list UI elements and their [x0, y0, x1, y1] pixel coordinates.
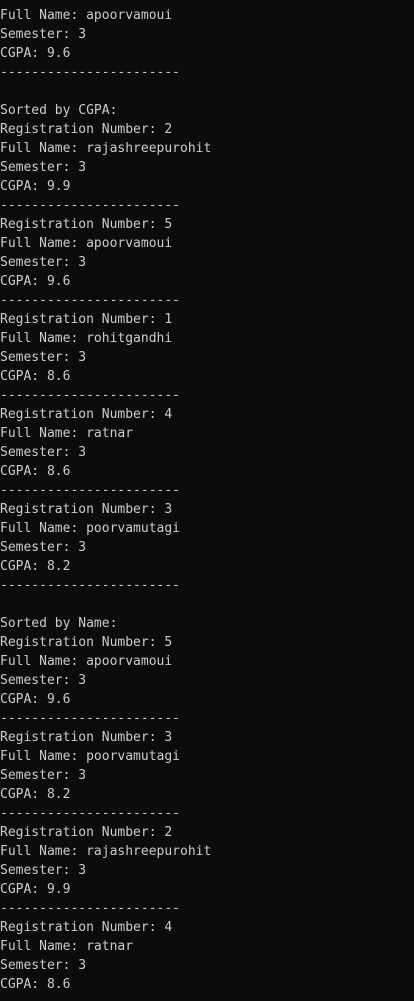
registration-number-line: Registration Number: 4	[0, 920, 173, 935]
full-name-line: Full Name: apoorvamoui	[0, 654, 173, 669]
full-name-line: Full Name: rajashreepurohit	[0, 844, 212, 859]
registration-number-line: Registration Number: 2	[0, 122, 173, 137]
cgpa-line: CGPA: 8.6	[0, 977, 71, 992]
semester-line: Semester: 3	[0, 255, 87, 270]
full-name-line: Full Name: ratnar	[0, 426, 134, 441]
separator-line: -----------------------	[0, 293, 181, 308]
separator-line: -----------------------	[0, 901, 181, 916]
registration-number-line: Registration Number: 4	[0, 407, 173, 422]
separator-line: -----------------------	[0, 806, 181, 821]
section-heading: Sorted by Name:	[0, 616, 118, 631]
semester-line: Semester: 3	[0, 445, 87, 460]
cgpa-line: CGPA: 8.6	[0, 464, 71, 479]
registration-number-line: Registration Number: 3	[0, 502, 173, 517]
cgpa-line: CGPA: 9.9	[0, 179, 71, 194]
separator-line: -----------------------	[0, 711, 181, 726]
semester-line: Semester: 3	[0, 160, 87, 175]
full-name-line: Full Name: apoorvamoui	[0, 8, 173, 23]
cgpa-line: CGPA: 8.6	[0, 369, 71, 384]
full-name-line: Full Name: rohitgandhi	[0, 331, 173, 346]
cgpa-line: CGPA: 9.9	[0, 882, 71, 897]
full-name-line: Full Name: apoorvamoui	[0, 236, 173, 251]
console-output: Full Name: apoorvamoui Semester: 3 CGPA: 9…	[0, 6, 414, 994]
full-name-line: Full Name: rajashreepurohit	[0, 141, 212, 156]
full-name-line: Full Name: poorvamutagi	[0, 521, 181, 536]
registration-number-line: Registration Number: 3	[0, 730, 173, 745]
cgpa-line: CGPA: 9.6	[0, 692, 71, 707]
registration-number-line: Registration Number: 5	[0, 217, 173, 232]
semester-line: Semester: 3	[0, 768, 87, 783]
cgpa-line: CGPA: 8.2	[0, 559, 71, 574]
semester-line: Semester: 3	[0, 350, 87, 365]
cgpa-line: CGPA: 8.2	[0, 787, 71, 802]
semester-line: Semester: 3	[0, 27, 87, 42]
semester-line: Semester: 3	[0, 958, 87, 973]
cgpa-line: CGPA: 9.6	[0, 46, 71, 61]
registration-number-line: Registration Number: 2	[0, 825, 173, 840]
separator-line: -----------------------	[0, 578, 181, 593]
cgpa-line: CGPA: 9.6	[0, 274, 71, 289]
separator-line: -----------------------	[0, 388, 181, 403]
separator-line: -----------------------	[0, 483, 181, 498]
semester-line: Semester: 3	[0, 863, 87, 878]
registration-number-line: Registration Number: 5	[0, 635, 173, 650]
separator-line: -----------------------	[0, 65, 181, 80]
separator-line: -----------------------	[0, 198, 181, 213]
semester-line: Semester: 3	[0, 540, 87, 555]
semester-line: Semester: 3	[0, 673, 87, 688]
full-name-line: Full Name: ratnar	[0, 939, 134, 954]
registration-number-line: Registration Number: 1	[0, 312, 173, 327]
full-name-line: Full Name: poorvamutagi	[0, 749, 181, 764]
section-heading: Sorted by CGPA:	[0, 103, 118, 118]
